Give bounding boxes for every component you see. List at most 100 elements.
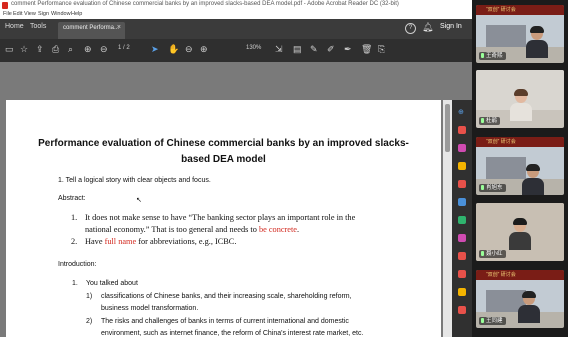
abstract-item-2-number: 2. (71, 237, 78, 246)
page-total: / 2 (123, 45, 130, 51)
close-tab-icon[interactable]: × (117, 24, 121, 31)
mic-icon (481, 251, 484, 257)
participant-name: 王同建 (479, 317, 506, 325)
notification-bell-icon[interactable]: 🔔︎ (422, 22, 433, 33)
mic-icon (481, 318, 484, 324)
participant-name: 杜鹃 (479, 117, 501, 125)
mouse-cursor-icon: ↖ (136, 197, 142, 204)
menu-edit[interactable]: Edit (13, 11, 22, 17)
menu-window[interactable]: Window (51, 11, 71, 17)
comment-tool-icon[interactable] (458, 162, 466, 170)
video-tile-1[interactable]: “双创” 研讨会 王奇熙 (476, 5, 564, 63)
tools-rail: ⊕ (452, 100, 472, 337)
tile-building (486, 25, 526, 47)
save-icon[interactable]: ▭ (5, 44, 14, 55)
abstract-item-1-end: . (296, 225, 300, 234)
mic-icon (481, 53, 484, 59)
intro-item-1-number: 1. (72, 280, 78, 287)
participant-name-text: 王同建 (486, 318, 503, 324)
intro-sub-2-line2: environment, such as internet finance, t… (101, 330, 364, 337)
fill-sign-icon[interactable] (458, 216, 466, 224)
participant-video (518, 291, 540, 323)
fit-page-icon[interactable]: ⇲ (275, 44, 283, 55)
tile-banner: “双创” 研讨会 (476, 270, 564, 280)
page-current[interactable]: 1 (118, 45, 121, 51)
tile-banner-text: “双创” 研讨会 (486, 139, 516, 145)
page-indicator[interactable]: 1 / 2 (118, 45, 130, 51)
participant-video (510, 89, 532, 121)
search-icon[interactable]: ⌕ (68, 44, 73, 55)
menu-sign[interactable]: Sign (38, 11, 49, 17)
zoom-in-icon[interactable]: ⊕ (200, 44, 208, 55)
tab-document[interactable]: comment Performa... × (58, 22, 125, 39)
scrollbar-thumb[interactable] (445, 104, 450, 152)
intro-sub-1-number: 1) (86, 293, 93, 300)
participant-video (522, 164, 544, 195)
pen-icon[interactable]: ✎ (310, 44, 318, 55)
scan-ocr-icon[interactable] (458, 270, 466, 278)
export-pdf-icon[interactable] (458, 126, 466, 134)
bookmark-icon[interactable]: ☆ (20, 44, 28, 55)
zoom-tool-icon[interactable]: ⊕ (458, 108, 466, 116)
redact-icon[interactable] (458, 306, 466, 314)
sign-in-button[interactable]: Sign In (440, 23, 462, 30)
video-tile-5[interactable]: “双创” 研讨会 王同建 (476, 270, 564, 328)
more-tools-icon[interactable] (458, 288, 466, 296)
next-page-icon[interactable]: ⊖ (100, 44, 108, 55)
menu-view[interactable]: View (24, 11, 36, 17)
tab-tools[interactable]: Tools (30, 23, 46, 30)
highlight-icon[interactable]: ✐ (327, 44, 335, 55)
abstract-item-1-line2: national economy.” That is too general a… (85, 225, 299, 234)
participant-video (509, 218, 531, 250)
help-icon[interactable]: ? (405, 23, 416, 34)
intro-sub-2-number: 2) (86, 318, 93, 325)
tile-building (486, 157, 526, 179)
zoom-level[interactable]: 130% (246, 45, 261, 51)
abstract-item-2-comment: full name (104, 237, 137, 246)
main-toolbar: ▭ ☆ ⇪ ⎙ ⌕ ⊕ ⊖ 1 / 2 ➤ ✋ ⊖ ⊕ 130% ⇲ ▤ ✎ ✐… (0, 39, 472, 62)
participant-name: 王奇熙 (479, 52, 506, 60)
send-for-review-icon[interactable] (458, 252, 466, 260)
stamp-icon[interactable]: ✒ (344, 44, 352, 55)
organize-pages-icon[interactable] (458, 198, 466, 206)
mic-icon (481, 118, 484, 124)
participant-name-text: 聂小红 (486, 251, 503, 257)
vertical-scrollbar[interactable] (443, 100, 452, 337)
acrobat-app-icon (2, 2, 8, 9)
intro-item-1: You talked about (86, 280, 138, 287)
tab-home[interactable]: Home (5, 23, 24, 30)
tile-banner: “双创” 研讨会 (476, 137, 564, 147)
abstract-item-2-end: for abbreviations, e.g., ICBC. (136, 237, 237, 246)
prev-page-icon[interactable]: ⊕ (84, 44, 92, 55)
participant-name-text: 肖旭东 (486, 185, 503, 191)
menu-bar: File Edit View Sign Window Help (0, 11, 472, 19)
print-icon[interactable]: ⎙ (52, 44, 59, 55)
comment-icon[interactable]: ▤ (293, 44, 302, 55)
upload-icon[interactable]: ⇪ (36, 44, 44, 55)
abstract-item-2-text: Have (85, 237, 105, 246)
select-cursor-icon[interactable]: ➤ (151, 44, 159, 55)
title-bar: comment Performance evaluation of Chines… (0, 0, 472, 11)
doc-title-line1: Performance evaluation of Chinese commer… (38, 138, 409, 149)
tile-banner: “双创” 研讨会 (476, 5, 564, 15)
participant-name-text: 杜鹃 (486, 118, 498, 124)
attach-icon[interactable]: ⎘ (378, 44, 385, 55)
mic-icon (481, 185, 484, 191)
hand-tool-icon[interactable]: ✋ (168, 44, 179, 55)
intro-sub-2-line1: The risks and challenges of banks in ter… (101, 318, 349, 325)
tab-document-label: comment Performa... (63, 25, 120, 31)
edit-pdf-icon[interactable] (458, 144, 466, 152)
abstract-item-1-number: 1. (71, 213, 78, 222)
video-tile-3[interactable]: “双创” 研讨会 肖旭东 (476, 137, 564, 195)
video-tile-2[interactable]: 杜鹃 (476, 70, 564, 128)
combine-files-icon[interactable] (458, 180, 466, 188)
delete-icon[interactable]: 🗑︎ (361, 44, 372, 55)
protect-icon[interactable] (458, 234, 466, 242)
intro-sub-1-line1: classifications of Chinese banks, and th… (101, 293, 352, 300)
abstract-label: Abstract: (58, 195, 86, 202)
menu-help[interactable]: Help (71, 11, 82, 17)
zoom-out-icon[interactable]: ⊖ (185, 44, 193, 55)
video-tile-4[interactable]: 聂小红 (476, 203, 564, 261)
participant-name-text: 王奇熙 (486, 53, 503, 59)
menu-file[interactable]: File (3, 11, 12, 17)
